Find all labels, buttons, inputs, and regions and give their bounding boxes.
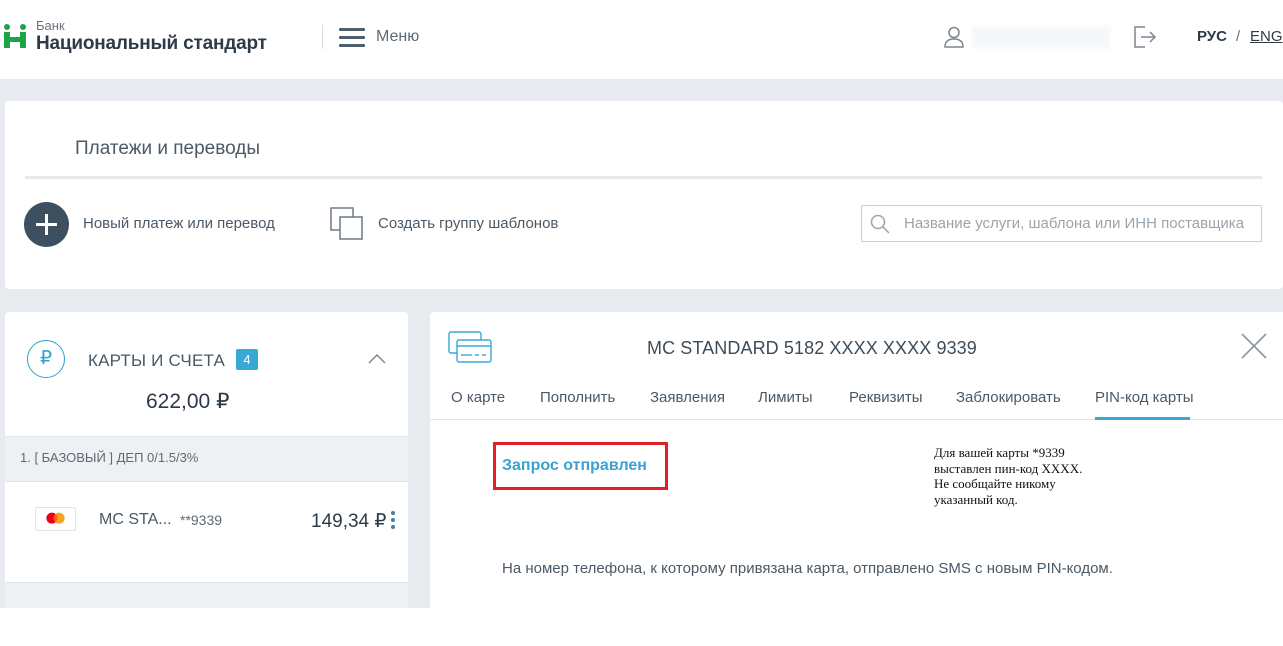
- cards-count-badge: 4: [236, 349, 258, 370]
- cards-panel-footer: [5, 582, 408, 608]
- card-name[interactable]: MC STA...: [99, 511, 172, 529]
- user-name-redacted: [972, 26, 1110, 48]
- card-balance: 149,34 ₽: [311, 511, 387, 532]
- active-tab-indicator: [1095, 417, 1190, 420]
- hamburger-menu-icon[interactable]: [339, 28, 365, 48]
- user-icon[interactable]: [944, 26, 964, 48]
- bank-label: Банк: [36, 18, 65, 33]
- tab-block[interactable]: Заблокировать: [956, 389, 1061, 406]
- pin-note-line: указанный код.: [934, 491, 1018, 507]
- mastercard-logo-icon: [35, 507, 76, 531]
- template-group-icon[interactable]: [330, 207, 364, 241]
- header-divider: [322, 25, 323, 49]
- chevron-up-icon[interactable]: [368, 353, 386, 365]
- payments-title: Платежи и переводы: [75, 138, 260, 159]
- tab-top-up[interactable]: Пополнить: [540, 389, 615, 406]
- bank-name[interactable]: Национальный стандарт: [36, 33, 267, 55]
- payments-divider: [25, 176, 1262, 179]
- request-status: Запрос отправлен: [502, 457, 647, 474]
- pin-note-line: Не сообщайте никому: [934, 476, 1056, 491]
- sms-sent-message: На номер телефона, к которому привязана …: [502, 560, 1113, 577]
- more-options-icon[interactable]: [391, 511, 395, 529]
- pin-note: Для вашей карты *9339 выставлен пин-код …: [934, 445, 1124, 507]
- cards-icon: [448, 331, 492, 363]
- tab-pin-code[interactable]: PIN-код карты: [1095, 389, 1194, 406]
- new-payment-plus-icon[interactable]: [24, 202, 69, 247]
- lang-ru-option[interactable]: РУС: [1197, 28, 1227, 45]
- menu-label[interactable]: Меню: [376, 28, 419, 46]
- close-icon[interactable]: [1241, 333, 1267, 359]
- search-icon: [870, 214, 890, 234]
- account-label[interactable]: 1. [ БАЗОВЫЙ ] ДЕП 0/1.5/3%: [20, 450, 198, 465]
- search-field[interactable]: [861, 205, 1262, 242]
- tab-about-card[interactable]: О карте: [451, 389, 505, 406]
- tab-requisites[interactable]: Реквизиты: [849, 389, 923, 406]
- ruble-icon: ₽: [27, 340, 65, 378]
- search-input[interactable]: [904, 206, 1259, 241]
- pin-note-line: выставлен пин-код XXXX.: [934, 460, 1083, 476]
- top-bar: Банк Национальный стандарт Меню РУС / EN…: [0, 0, 1283, 79]
- lang-separator: /: [1236, 28, 1241, 45]
- payments-panel: [5, 101, 1283, 289]
- logout-icon[interactable]: [1133, 26, 1157, 48]
- create-template-group-link[interactable]: Создать группу шаблонов: [378, 215, 558, 232]
- tab-applications[interactable]: Заявления: [650, 389, 725, 406]
- cards-accounts-title[interactable]: КАРТЫ И СЧЕТА: [88, 351, 225, 371]
- card-number-mask: **9339: [180, 512, 223, 528]
- pin-note-line: Для вашей карты *9339: [934, 445, 1065, 460]
- bank-logo-icon[interactable]: [4, 24, 26, 48]
- card-detail-title: MC STANDARD 5182 XXXX XXXX 9339: [647, 338, 977, 358]
- tab-limits[interactable]: Лимиты: [758, 389, 813, 406]
- lang-en-option[interactable]: ENG: [1250, 28, 1283, 45]
- cards-total-balance: 622,00 ₽: [146, 390, 230, 413]
- new-payment-link[interactable]: Новый платеж или перевод: [83, 215, 275, 232]
